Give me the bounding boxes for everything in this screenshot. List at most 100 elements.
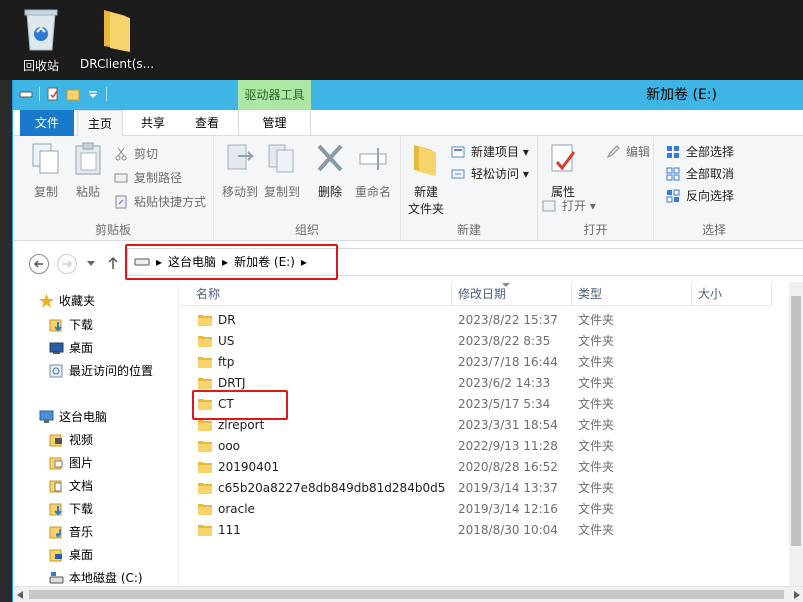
- nav-pc-documents[interactable]: 文档: [49, 475, 93, 497]
- nav-fav-downloads-label: 下载: [69, 318, 94, 332]
- copy-to-label: 复制到: [263, 185, 300, 199]
- back-button[interactable]: [29, 254, 49, 274]
- invert-selection-button[interactable]: 反向选择: [666, 186, 734, 206]
- nav-pc-music[interactable]: 音乐: [49, 521, 93, 543]
- rename-label: 重命名: [354, 185, 391, 199]
- move-to-button[interactable]: 移动到: [220, 142, 260, 200]
- title-bar[interactable]: 驱动器工具 新加卷 (E:): [13, 80, 803, 110]
- nav-pc-local-disk-c[interactable]: 本地磁盘 (C:): [49, 567, 143, 586]
- copy-path-icon: [114, 173, 128, 183]
- nav-fav-desktop[interactable]: 桌面: [49, 337, 93, 359]
- new-folder-button[interactable]: 新建 文件夹: [405, 142, 447, 217]
- nav-pc-pictures[interactable]: 图片: [49, 452, 93, 474]
- select-none-button[interactable]: 全部取消: [666, 164, 734, 184]
- tab-file[interactable]: 文件: [20, 110, 74, 136]
- folder-icon: [198, 336, 212, 347]
- nav-fav-recent[interactable]: 最近访问的位置: [49, 360, 153, 382]
- column-header-name[interactable]: 名称: [190, 282, 452, 306]
- file-date: 2023/3/31 18:54: [458, 418, 558, 432]
- nav-this-pc[interactable]: 这台电脑: [39, 406, 107, 428]
- computer-icon: [39, 410, 54, 423]
- table-row[interactable]: US 2023/8/22 8:35 文件夹: [180, 331, 780, 352]
- paste-shortcut-label: 粘贴快捷方式: [134, 195, 207, 209]
- edit-button[interactable]: 编辑: [606, 142, 650, 162]
- recycle-bin-icon: [24, 9, 58, 51]
- select-all-label: 全部选择: [686, 145, 735, 159]
- table-row[interactable]: DR 2023/8/22 15:37 文件夹: [180, 310, 780, 331]
- select-all-button[interactable]: 全部选择: [666, 142, 734, 162]
- paste-shortcut-button[interactable]: 粘贴快捷方式: [114, 192, 206, 212]
- table-row[interactable]: oracle 2019/3/14 12:16 文件夹: [180, 499, 780, 520]
- file-type: 文件夹: [578, 523, 615, 537]
- nav-pc-videos[interactable]: 视频: [49, 429, 93, 451]
- drive-tools-header: 驱动器工具: [238, 80, 311, 110]
- paste-shortcut-icon: [115, 195, 127, 209]
- delete-label: 删除: [317, 185, 342, 199]
- scroll-right-icon[interactable]: [794, 591, 800, 599]
- scroll-left-icon[interactable]: [17, 591, 23, 599]
- file-date: 2022/9/13 11:28: [458, 439, 558, 453]
- nav-this-pc-label: 这台电脑: [59, 410, 108, 424]
- desktop-icon-drclient[interactable]: DRClient(s...: [80, 6, 154, 71]
- file-type: 文件夹: [578, 334, 615, 348]
- column-header-type[interactable]: 类型: [572, 282, 692, 306]
- downloads-folder-icon: [49, 503, 62, 516]
- forward-button[interactable]: [57, 254, 77, 274]
- music-folder-icon: [49, 526, 62, 539]
- arrow-right-icon: [63, 260, 73, 268]
- nav-pc-desktop[interactable]: 桌面: [49, 544, 93, 566]
- new-group: 新建 文件夹 新建项目 ▾ 轻松访问 ▾ 新建: [401, 136, 538, 241]
- easy-access-button[interactable]: 轻松访问 ▾: [451, 164, 529, 184]
- group-label-organize: 组织: [294, 223, 319, 237]
- table-row[interactable]: 111 2018/8/30 10:04 文件夹: [180, 520, 780, 541]
- desktop-icon-recycle-bin[interactable]: 回收站: [6, 6, 76, 74]
- group-label-clipboard: 剪贴板: [94, 223, 131, 237]
- file-date: 2020/8/28 16:52: [458, 460, 558, 474]
- drive-icon: [19, 91, 33, 98]
- tab-home[interactable]: 主页: [77, 110, 124, 137]
- column-header-date[interactable]: 修改日期: [452, 282, 572, 306]
- copy-to-button[interactable]: 复制到: [262, 142, 302, 200]
- table-row[interactable]: 20190401 2020/8/28 16:52 文件夹: [180, 457, 780, 478]
- horizontal-scrollbar[interactable]: [13, 586, 803, 602]
- group-label-select: 选择: [701, 223, 726, 237]
- chevron-down-icon[interactable]: [86, 87, 100, 101]
- horizontal-scrollbar-thumb[interactable]: [29, 590, 784, 599]
- scissors-icon: [115, 147, 127, 161]
- properties-icon[interactable]: [46, 87, 60, 101]
- properties-icon: [551, 144, 576, 172]
- paste-button[interactable]: 粘贴: [68, 142, 108, 200]
- nav-fav-recent-label: 最近访问的位置: [69, 364, 154, 378]
- recent-locations-icon[interactable]: [87, 261, 95, 267]
- new-folder-icon[interactable]: [66, 87, 80, 101]
- vertical-scrollbar-thumb[interactable]: [791, 296, 801, 546]
- file-type: 文件夹: [578, 460, 615, 474]
- table-row[interactable]: c65b20a8227e8db849db81d284b0d5 2019/3/14 …: [180, 478, 780, 499]
- tab-share[interactable]: 共享: [131, 110, 175, 136]
- copy-path-button[interactable]: 复制路径: [114, 168, 182, 188]
- tab-manage[interactable]: 管理: [238, 110, 311, 136]
- properties-button[interactable]: 属性: [544, 142, 582, 200]
- organize-group: 移动到 复制到 删除 重命名 组织: [214, 136, 401, 241]
- cut-button[interactable]: 剪切: [114, 144, 158, 164]
- desktop-icon: [49, 342, 64, 354]
- new-item-button[interactable]: 新建项目 ▾: [451, 142, 529, 162]
- rename-button[interactable]: 重命名: [350, 142, 396, 200]
- table-row[interactable]: ftp 2023/7/18 16:44 文件夹: [180, 352, 780, 373]
- copy-button[interactable]: 复制: [26, 142, 66, 200]
- delete-button[interactable]: 删除: [312, 142, 348, 200]
- nav-pc-downloads[interactable]: 下载: [49, 498, 93, 520]
- select-none-icon: [666, 167, 680, 181]
- tab-view[interactable]: 查看: [185, 110, 229, 136]
- nav-favorites[interactable]: 收藏夹: [39, 290, 95, 312]
- column-header-row: 名称 修改日期 类型 大小: [180, 282, 772, 306]
- vertical-scrollbar[interactable]: [789, 282, 803, 586]
- up-arrow-icon[interactable]: [107, 256, 119, 270]
- select-none-label: 全部取消: [686, 167, 735, 181]
- nav-fav-downloads[interactable]: 下载: [49, 314, 93, 336]
- move-to-icon: [227, 144, 255, 170]
- table-row[interactable]: ooo 2022/9/13 11:28 文件夹: [180, 436, 780, 457]
- paste-icon: [75, 142, 101, 175]
- open-button[interactable]: 打开 ▾: [542, 196, 596, 216]
- column-header-size[interactable]: 大小: [692, 282, 772, 306]
